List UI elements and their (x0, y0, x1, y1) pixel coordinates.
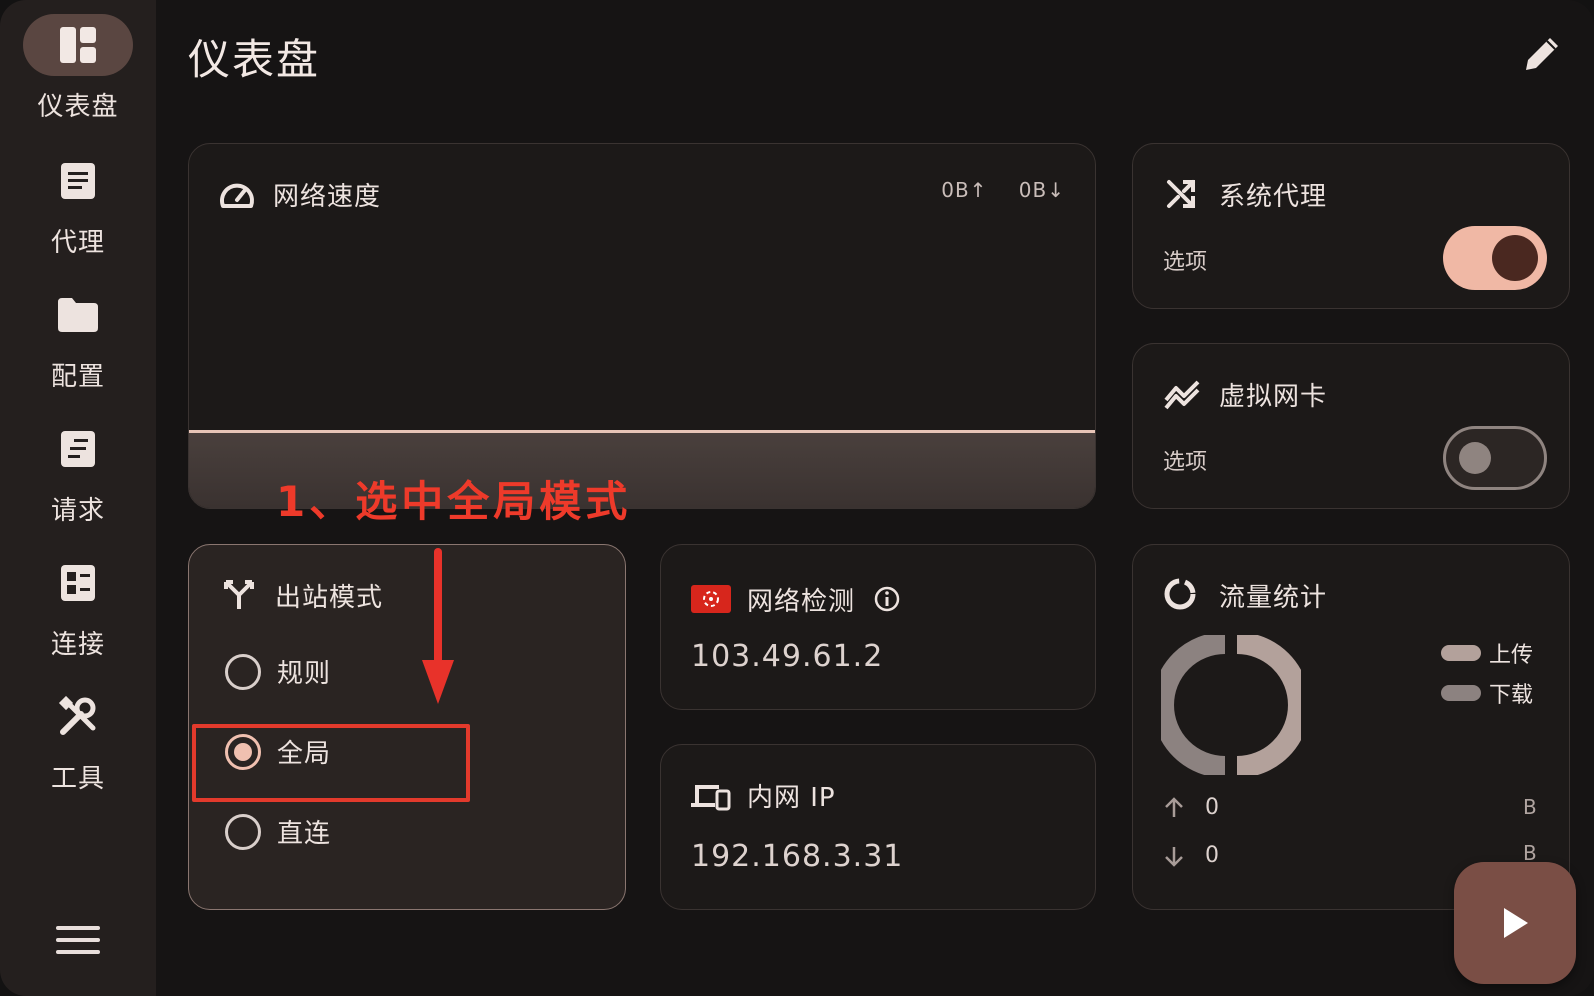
proxy-list-icon (61, 163, 95, 199)
app-window: 仪表盘 代理 配置 请求 连接 工具 仪表盘 网络速度 0B↑ 0B↓ 系统代理… (0, 0, 1594, 996)
lan-ip-value: 192.168.3.31 (691, 839, 904, 874)
legend-upload: 上传 (1441, 637, 1533, 669)
sidebar-item-requests[interactable]: 请求 (0, 418, 156, 538)
system-proxy-card: 系统代理 选项 (1132, 143, 1570, 309)
card-title: 流量统计 (1219, 583, 1328, 613)
arrow-down-icon (1165, 846, 1183, 867)
devices-icon (691, 785, 731, 811)
folder-icon (58, 298, 98, 332)
annotation-highlight-box (192, 724, 470, 802)
upload-speed: 0B↑ (941, 178, 988, 202)
virtual-nic-toggle[interactable] (1443, 426, 1547, 490)
hamburger-menu-icon (56, 926, 100, 930)
sidebar-item-label: 配置 (50, 362, 105, 392)
annotation-text: 1、选中全局模式 (276, 477, 632, 526)
upload-unit: B (1523, 795, 1537, 819)
page-title: 仪表盘 (188, 35, 321, 84)
network-speed-card: 网络速度 0B↑ 0B↓ (188, 143, 1096, 509)
sidebar-item-label: 请求 (50, 496, 105, 526)
public-ip-value: 103.49.61.2 (691, 639, 884, 674)
legend-download: 下载 (1441, 677, 1533, 709)
card-title: 网络检测 (747, 587, 856, 617)
mode-option-rule[interactable]: 规则 (225, 653, 331, 690)
sidebar-item-dashboard[interactable]: 仪表盘 (0, 14, 156, 134)
radio-label: 直连 (277, 819, 332, 849)
download-total: 0 (1205, 843, 1219, 868)
pencil-icon (1526, 38, 1558, 70)
card-title: 网络速度 (273, 182, 382, 212)
sidebar-item-label: 代理 (50, 228, 105, 258)
upload-segment (1236, 635, 1301, 775)
radio-button[interactable] (225, 653, 261, 690)
sidebar-item-connections[interactable]: 连接 (0, 552, 156, 672)
sidebar: 仪表盘 代理 配置 请求 连接 工具 (0, 0, 156, 996)
legend-label: 上传 (1489, 643, 1534, 668)
start-button[interactable] (1454, 862, 1576, 984)
card-title: 虚拟网卡 (1219, 382, 1328, 412)
menu-button[interactable] (52, 920, 104, 960)
request-icon (61, 431, 95, 467)
sidebar-item-proxy[interactable]: 代理 (0, 150, 156, 270)
download-total-row: 0 (1163, 843, 1219, 868)
info-icon[interactable] (873, 585, 901, 613)
legend-label: 下载 (1489, 683, 1534, 708)
download-segment (1161, 635, 1226, 775)
dashboard-icon (60, 27, 96, 63)
play-icon (1504, 908, 1528, 938)
fork-icon (224, 580, 254, 609)
edit-button[interactable] (1520, 32, 1566, 78)
upload-total: 0 (1205, 795, 1219, 820)
connection-icon (61, 565, 95, 601)
card-title: 出站模式 (275, 583, 384, 613)
upload-total-row: 0 (1163, 795, 1219, 820)
sidebar-item-label: 工具 (50, 764, 105, 794)
speed-stats: 0B↑ 0B↓ (917, 178, 1065, 202)
card-title: 内网 IP (747, 783, 836, 813)
option-label: 选项 (1163, 250, 1208, 275)
download-speed: 0B↓ (1018, 178, 1065, 202)
virtual-nic-card: 虚拟网卡 选项 (1132, 343, 1570, 509)
tools-icon (58, 696, 96, 735)
sidebar-item-label: 连接 (50, 630, 105, 660)
sidebar-item-config[interactable]: 配置 (0, 284, 156, 404)
speedometer-icon (220, 183, 254, 208)
system-proxy-toggle[interactable] (1443, 226, 1547, 290)
option-label: 选项 (1163, 450, 1208, 475)
traffic-stats-card: 流量统计 上传 下载 0 B 0 B (1132, 544, 1570, 910)
hong-kong-flag-icon (691, 585, 731, 613)
mode-option-direct[interactable]: 直连 (225, 813, 331, 850)
sidebar-item-label: 仪表盘 (37, 92, 119, 122)
lan-ip-card: 内网 IP 192.168.3.31 (660, 744, 1096, 910)
traffic-donut-chart (1161, 635, 1301, 775)
donut-icon (1164, 578, 1196, 610)
shuffle-icon (1167, 180, 1195, 208)
radio-button[interactable] (225, 813, 261, 850)
annotation-arrow (422, 548, 454, 704)
trend-icon (1164, 380, 1200, 410)
radio-label: 规则 (277, 659, 332, 689)
arrow-up-icon (1165, 796, 1183, 817)
network-check-card: 网络检测 103.49.61.2 (660, 544, 1096, 710)
card-title: 系统代理 (1219, 182, 1328, 212)
sidebar-item-tools[interactable]: 工具 (0, 686, 156, 806)
